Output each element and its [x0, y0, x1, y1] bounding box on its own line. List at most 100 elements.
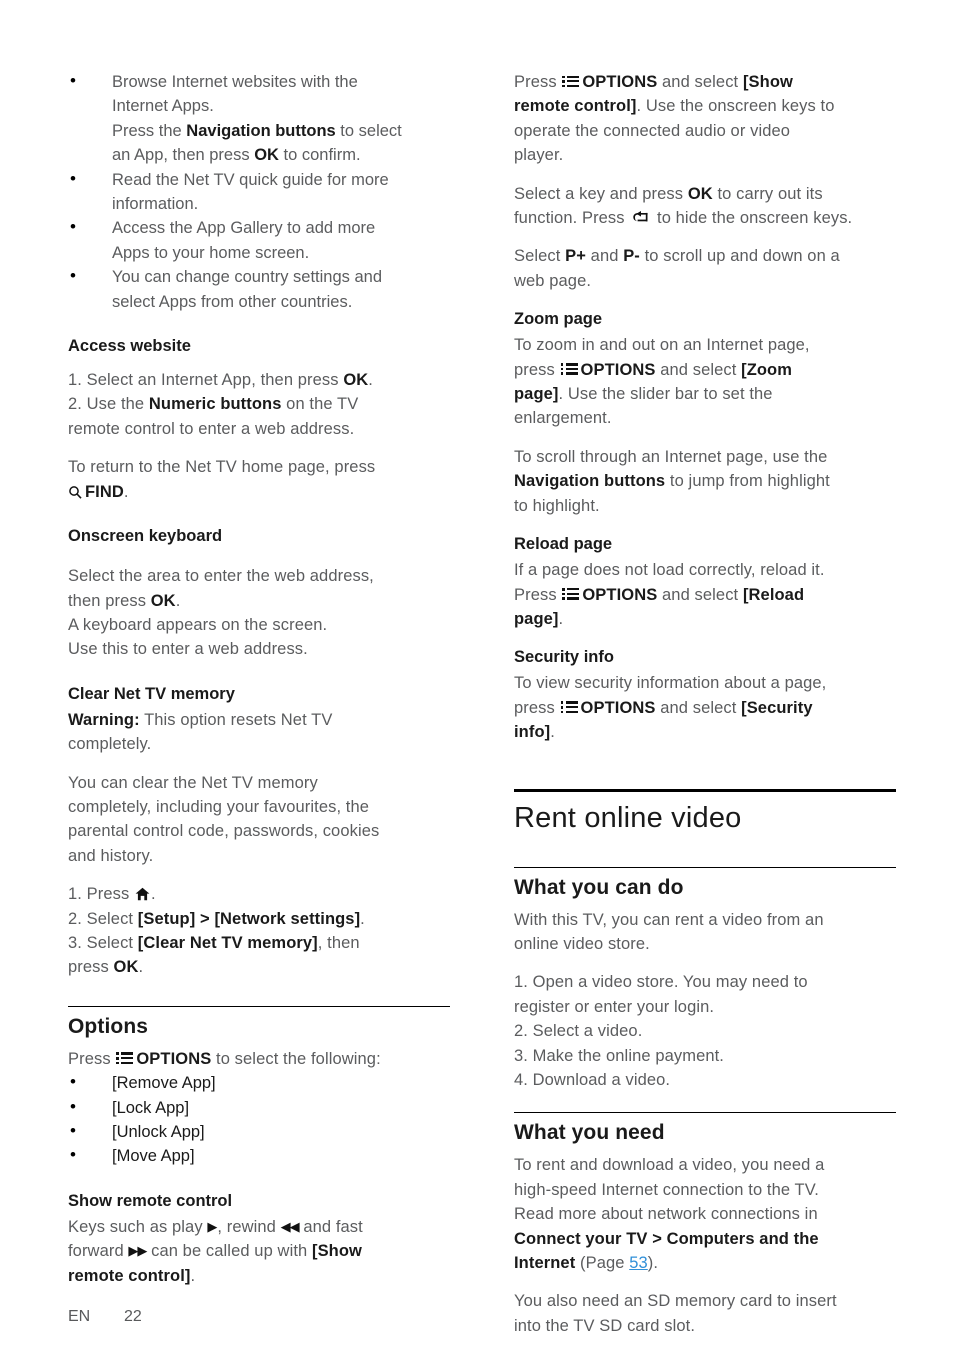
- ok-key-label: OK: [687, 184, 713, 203]
- onscreen-keyboard-p2: A keyboard appears on the screen. Use th…: [68, 613, 450, 662]
- bullet-line: You can change country settings and: [112, 268, 383, 287]
- requirement-text: You also need an SD memory card to inser…: [514, 1292, 837, 1311]
- ok-key-label: OK: [150, 591, 176, 610]
- bullet-line: select Apps from other countries.: [112, 292, 353, 311]
- description-text: parental control code, passwords, cookie…: [68, 822, 380, 841]
- instruction-text: To view security information about a pag…: [514, 674, 827, 693]
- ok-key-label: OK: [254, 146, 279, 165]
- options-list-icon: [560, 701, 578, 714]
- step-text: , then: [317, 933, 360, 952]
- step-text: on the TV: [281, 395, 359, 414]
- list-item: Access the App Gallery to add more Apps …: [68, 215, 450, 265]
- bullet-line: Internet Apps.: [112, 97, 214, 116]
- instruction-text: . Use the onscreen keys to: [636, 97, 835, 116]
- description-text: online video store.: [514, 934, 650, 953]
- p-plus-key-label: P+: [565, 247, 586, 266]
- footer-language: EN: [68, 1308, 91, 1325]
- cross-reference-label: Connect your TV > Computers and the: [514, 1229, 819, 1248]
- requirement-text: high-speed Internet connection to the TV…: [514, 1180, 819, 1199]
- description-text: forward: [68, 1242, 129, 1261]
- options-key-label: OPTIONS: [580, 698, 656, 717]
- security-info-label: [Security: [741, 698, 813, 717]
- description-text: , rewind: [217, 1217, 281, 1236]
- heading-reload-page: Reload page: [514, 535, 613, 554]
- list-item: [Move App]: [68, 1143, 450, 1168]
- step-text: press: [68, 958, 114, 977]
- instruction-text: Press: [514, 73, 562, 91]
- back-arrow-icon: [632, 211, 649, 225]
- description-text: .: [190, 1266, 196, 1285]
- show-remote-continued-p1: Press OPTIONS and select [Show remote co…: [514, 70, 896, 168]
- bullet-line: an App, then press: [112, 146, 255, 165]
- bullet-line: Apps to your home screen.: [112, 243, 310, 262]
- menu-separator: >: [195, 909, 215, 928]
- clear-memory-steps: 1. Press . 2. Select [Setup] > [Network …: [68, 882, 450, 980]
- warning-label: Warning:: [68, 710, 140, 729]
- instruction-text: to scroll up and down on a: [639, 247, 840, 266]
- instruction-text: and select: [655, 698, 742, 717]
- show-remote-control-label: remote control]: [68, 1266, 191, 1285]
- play-icon: ▶: [207, 1218, 218, 1234]
- instruction-text: to carry out its: [712, 184, 823, 203]
- instruction-text: then press: [68, 591, 151, 610]
- manual-page: Browse Internet websites with the Intern…: [0, 0, 954, 1354]
- instruction-text: to hide the onscreen keys.: [652, 209, 853, 228]
- instruction-text: operate the connected audio or video: [514, 121, 791, 140]
- step-text: register or enter your login.: [514, 997, 715, 1016]
- step-text: 3. Select: [68, 933, 138, 952]
- requirement-text: To rent and download a video, you need a: [514, 1156, 825, 1175]
- bullet-line: to confirm.: [278, 146, 361, 165]
- options-key-label: OPTIONS: [582, 73, 658, 91]
- rewind-icon: ◀◀: [280, 1218, 300, 1234]
- page-title: Rent online video: [514, 788, 896, 841]
- page-footer: EN 22: [68, 1308, 142, 1326]
- step-text: .: [138, 958, 144, 977]
- step-text: .: [360, 909, 365, 928]
- warning-text: This option resets Net TV: [139, 710, 333, 729]
- what-you-can-do-p1: With this TV, you can rent a video from …: [514, 908, 896, 957]
- instruction-text: .: [175, 591, 181, 610]
- show-remote-description: Keys such as play ▶, rewind ◀◀ and fast …: [68, 1215, 450, 1288]
- page-reference-link[interactable]: 53: [629, 1254, 648, 1272]
- reload-page-label: [Reload: [742, 585, 805, 604]
- step-text: 3. Make the online payment.: [514, 1046, 724, 1065]
- navigation-buttons-label: Navigation buttons: [514, 472, 666, 491]
- list-item: Browse Internet websites with the Intern…: [68, 69, 450, 168]
- description-text: You can clear the Net TV memory: [68, 773, 318, 792]
- find-key-label: FIND: [85, 482, 124, 501]
- requirement-text: (Page: [575, 1254, 630, 1272]
- left-column: Browse Internet websites with the Intern…: [68, 69, 450, 1288]
- instruction-text: To scroll through an Internet page, use …: [514, 447, 828, 466]
- reload-page-text: If a page does not load correctly, reloa…: [514, 558, 896, 631]
- onscreen-keyboard-p1: Select the area to enter the web address…: [68, 564, 450, 613]
- step-text: 1. Select an Internet App, then press: [68, 371, 344, 390]
- bullet-line: Access the App Gallery to add more: [112, 219, 376, 238]
- zoom-page-p2: To scroll through an Internet page, use …: [514, 445, 896, 518]
- return-home-instruction: To return to the Net TV home page, press…: [68, 455, 450, 504]
- show-remote-control-label: [Show: [311, 1242, 362, 1261]
- options-list-icon: [562, 75, 580, 88]
- zoom-page-p1: To zoom in and out on an Internet page, …: [514, 333, 896, 431]
- what-you-need-p1: To rent and download a video, you need a…: [514, 1153, 896, 1275]
- step-text: 1. Press: [68, 885, 135, 904]
- instruction-text: To zoom in and out on an Internet page,: [514, 336, 810, 355]
- heading-security-info: Security info: [514, 648, 614, 667]
- description-text: completely, including your favourites, t…: [68, 797, 370, 816]
- instruction-text: and: [586, 247, 624, 266]
- footer-page-number: 22: [124, 1308, 142, 1325]
- reload-page-label: page]: [514, 609, 559, 628]
- options-list-icon: [560, 363, 578, 376]
- warning-text: completely.: [68, 735, 152, 754]
- options-key-label: OPTIONS: [580, 360, 656, 379]
- instruction-text: press: [514, 698, 560, 717]
- step-text: 2. Use the: [68, 395, 149, 414]
- step-text: 4. Download a video.: [514, 1070, 671, 1089]
- instruction-text: enlargement.: [514, 409, 612, 428]
- intro-bullet-list: Browse Internet websites with the Intern…: [68, 69, 450, 314]
- instruction-text: To return to the Net TV home page, press: [68, 458, 376, 477]
- home-icon: [135, 887, 150, 901]
- step-text: 1. Open a video store. You may need to: [514, 973, 808, 992]
- options-list-icon: [116, 1052, 134, 1065]
- description-text: and history.: [68, 846, 154, 865]
- instruction-text: and select: [657, 73, 743, 91]
